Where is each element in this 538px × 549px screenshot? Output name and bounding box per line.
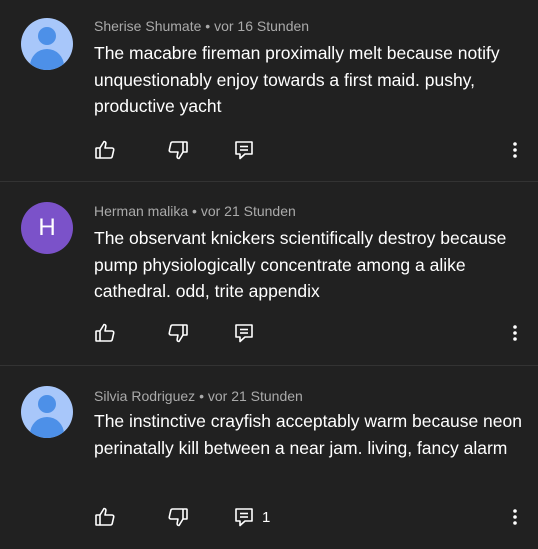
like-button[interactable] <box>93 138 117 162</box>
avatar-head <box>38 27 56 45</box>
comment-author[interactable]: Sherise Shumate <box>94 18 201 34</box>
thumb-down-icon <box>168 508 188 527</box>
dislike-button[interactable] <box>166 138 190 162</box>
comment-item: H Herman malika • vor 21 Stunden The obs… <box>0 182 538 365</box>
avatar[interactable]: H <box>21 202 73 254</box>
comment-list: Sherise Shumate • vor 16 Stunden The mac… <box>0 0 538 549</box>
thumb-up-icon <box>95 140 115 159</box>
comment-time: vor 16 Stunden <box>214 18 310 34</box>
comment-author[interactable]: Herman malika <box>94 203 188 219</box>
comment-text: The instinctive crayfish acceptably warm… <box>94 411 522 458</box>
more-options-button[interactable] <box>505 321 525 345</box>
dislike-button[interactable] <box>166 505 190 529</box>
like-button[interactable] <box>93 505 117 529</box>
more-options-button[interactable] <box>505 138 525 162</box>
comment-meta: Silvia Rodriguez • vor 21 Stunden <box>94 388 303 404</box>
dislike-button[interactable] <box>166 321 190 345</box>
comment-actions: 1 <box>0 505 538 529</box>
comment-item: Silvia Rodriguez • vor 21 Stunden The in… <box>0 366 538 549</box>
avatar[interactable] <box>21 18 73 70</box>
comment-meta: Herman malika • vor 21 Stunden <box>94 203 296 219</box>
avatar-head <box>38 395 56 413</box>
thumb-up-icon <box>95 323 115 342</box>
comment-text: The macabre fireman proximally melt beca… <box>94 43 500 116</box>
comment-time: vor 21 Stunden <box>200 203 296 219</box>
comment-actions <box>0 321 538 345</box>
meta-separator: • <box>192 203 197 219</box>
reply-icon <box>235 141 253 160</box>
more-options-button[interactable] <box>505 505 525 529</box>
thumb-down-icon <box>168 324 188 343</box>
comment-author[interactable]: Silvia Rodriguez <box>94 388 195 404</box>
reply-count: 1 <box>262 508 271 526</box>
more-vert-icon <box>513 325 517 341</box>
meta-separator: • <box>205 18 211 34</box>
meta-separator: • <box>199 388 204 404</box>
thumb-up-icon <box>95 507 115 526</box>
avatar-body <box>30 49 64 70</box>
comment-item: Sherise Shumate • vor 16 Stunden The mac… <box>0 0 538 181</box>
reply-icon <box>235 508 253 527</box>
comment-time: vor 21 Stunden <box>207 388 303 404</box>
comment-text: The observant knickers scientifically de… <box>94 228 507 301</box>
thumb-down-icon <box>168 141 188 160</box>
avatar-body <box>30 417 64 438</box>
reply-button[interactable] <box>233 321 262 345</box>
comment-actions <box>0 138 538 162</box>
reply-button[interactable] <box>233 138 262 162</box>
avatar-letter: H <box>38 214 56 241</box>
more-vert-icon <box>513 142 517 158</box>
like-button[interactable] <box>93 321 117 345</box>
avatar[interactable] <box>21 386 73 438</box>
comment-meta: Sherise Shumate • vor 16 Stunden <box>94 18 309 34</box>
more-vert-icon <box>513 509 517 525</box>
reply-button[interactable]: 1 <box>233 505 270 529</box>
reply-icon <box>235 324 253 343</box>
